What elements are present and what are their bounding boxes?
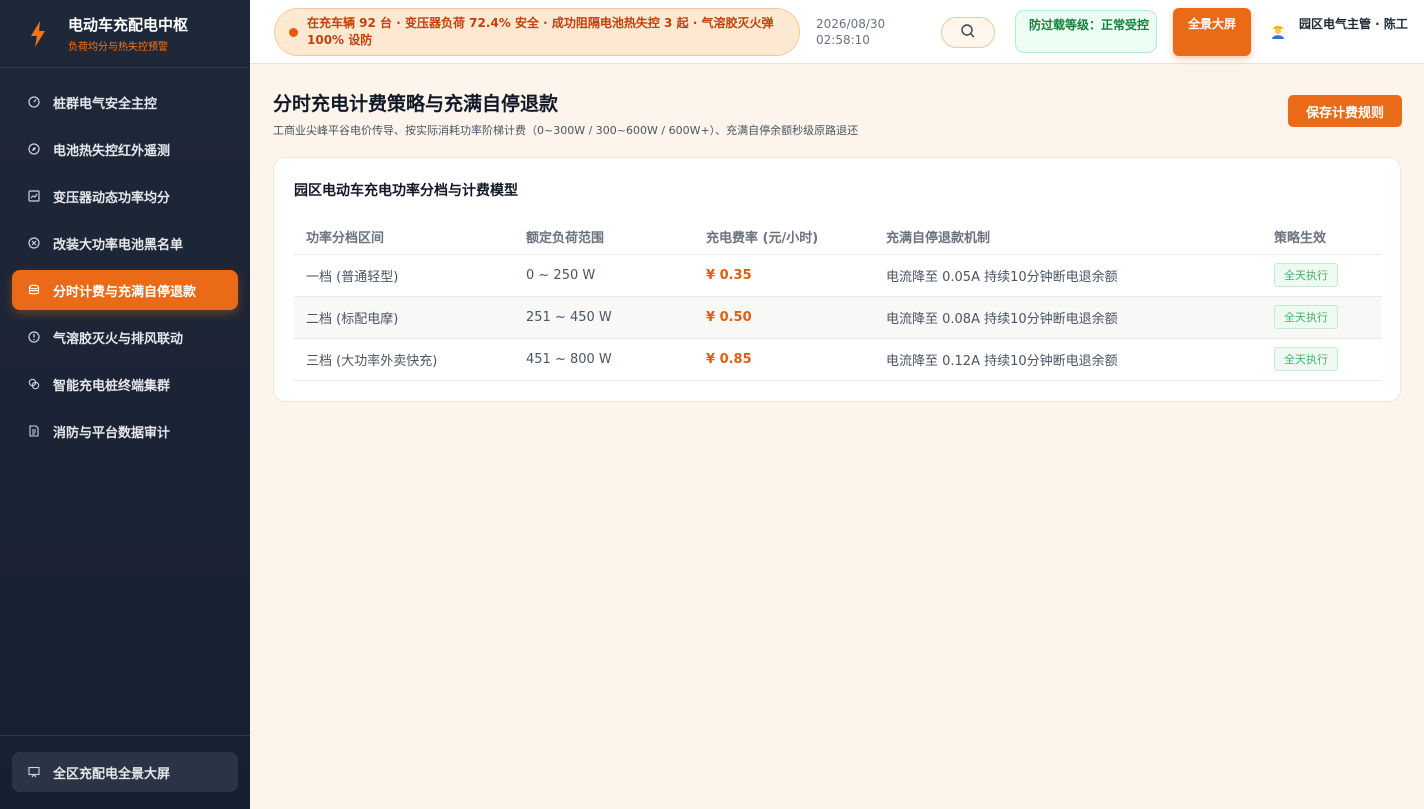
status-badge: 全天执行 [1274, 263, 1338, 287]
rate-cell: ¥ 0.50 [694, 296, 874, 339]
billing-model-card: 园区电动车充电功率分档与计费模型 功率分档区间 额定负荷范围 充电费率 (元/小… [273, 157, 1401, 402]
user-profile[interactable]: 园区电气主管 · 陈工 [1269, 16, 1409, 40]
sidebar-item-fire[interactable]: 气溶胶灭火与排风联动 [12, 317, 238, 357]
ticker-text: 在充车辆 92 台 · 变压器负荷 72.4% 安全 · 成功阻隔电池热失控 3… [307, 16, 774, 47]
tier-cell: 一档 (普通轻型) [294, 254, 514, 297]
block-icon [28, 237, 40, 249]
compass-icon [28, 143, 40, 155]
clock: 2026/08/30 02:58:10 [816, 16, 885, 48]
sidebar-nav: 桩群电气安全主控 电池热失控红外遥测 变压器动态功率均分 改装大功率电池黑名单 … [12, 82, 238, 458]
worker-avatar-icon [1269, 22, 1287, 40]
brand-subtitle: 负荷均分与热失控预警 [68, 42, 168, 53]
billing-table: 功率分档区间 额定负荷范围 充电费率 (元/小时) 充满自停退款机制 策略生效 … [294, 220, 1382, 381]
range-cell: 251 ~ 450 W [514, 296, 694, 339]
sidebar-item-label: 智能充电桩终端集群 [53, 378, 171, 394]
lightning-icon [24, 20, 52, 48]
refund-cell: 电流降至 0.08A 持续10分钟断电退余额 [874, 296, 1262, 339]
sidebar-footer: 全区充配电全景大屏 [0, 735, 250, 809]
sidebar-item-audit[interactable]: 消防与平台数据审计 [12, 411, 238, 451]
sidebar-item-thermal[interactable]: 电池热失控红外遥测 [12, 129, 238, 169]
search-button[interactable] [941, 17, 995, 48]
range-cell: 451 ~ 800 W [514, 338, 694, 381]
save-billing-rules-button[interactable]: 保存计费规则 [1288, 95, 1402, 127]
bigscreen-button[interactable]: 全区充配电全景大屏 [12, 752, 238, 792]
cluster-icon [28, 378, 40, 390]
tier-cell: 三档 (大功率外卖快充) [294, 338, 514, 381]
table-header-row: 功率分档区间 额定负荷范围 充电费率 (元/小时) 充满自停退款机制 策略生效 [294, 220, 1382, 255]
status-cell: 全天执行 [1262, 296, 1382, 339]
gauge-icon [28, 96, 40, 108]
status-cell: 全天执行 [1262, 254, 1382, 297]
sidebar-item-label: 消防与平台数据审计 [53, 425, 171, 441]
sidebar-item-label: 变压器动态功率均分 [53, 190, 171, 206]
brand-title: 电动车充配电中枢 [68, 16, 189, 34]
sidebar-item-pile-safety[interactable]: 桩群电气安全主控 [12, 82, 238, 122]
user-name: 园区电气主管 · 陈工 [1299, 17, 1408, 31]
sidebar-item-label: 气溶胶灭火与排风联动 [53, 331, 184, 347]
sidebar-item-label: 改装大功率电池黑名单 [53, 237, 184, 253]
brand: 电动车充配电中枢 负荷均分与热失控预警 [0, 0, 250, 68]
column-header: 额定负荷范围 [514, 220, 694, 255]
search-icon [960, 23, 976, 43]
sidebar: 电动车充配电中枢 负荷均分与热失控预警 桩群电气安全主控 电池热失控红外遥测 变… [0, 0, 250, 809]
status-cell: 全天执行 [1262, 338, 1382, 381]
table-row: 一档 (普通轻型) 0 ~ 250 W ¥ 0.35 电流降至 0.05A 持续… [294, 254, 1382, 297]
sidebar-item-label: 分时计费与充满自停退款 [53, 284, 197, 300]
table-row: 三档 (大功率外卖快充) 451 ~ 800 W ¥ 0.85 电流降至 0.1… [294, 338, 1382, 381]
status-badge: 全天执行 [1274, 305, 1338, 329]
alert-icon [28, 331, 40, 343]
sidebar-item-terminals[interactable]: 智能充电桩终端集群 [12, 364, 238, 404]
document-icon [28, 425, 40, 437]
refund-cell: 电流降至 0.12A 持续10分钟断电退余额 [874, 338, 1262, 381]
sidebar-item-billing[interactable]: 分时计费与充满自停退款 [12, 270, 238, 310]
card-title: 园区电动车充电功率分档与计费模型 [294, 183, 518, 199]
live-dot-icon [289, 27, 298, 37]
page-description: 工商业尖峰平谷电价传导、按实际消耗功率阶梯计费（0~300W / 300~600… [273, 124, 859, 137]
column-header: 充电费率 (元/小时) [694, 220, 874, 255]
table-row: 二档 (标配电摩) 251 ~ 450 W ¥ 0.50 电流降至 0.08A … [294, 296, 1382, 339]
column-header: 功率分档区间 [294, 220, 514, 255]
refund-cell: 电流降至 0.05A 持续10分钟断电退余额 [874, 254, 1262, 297]
page-title: 分时充电计费策略与充满自停退款 [273, 93, 559, 115]
status-ticker: 在充车辆 92 台 · 变压器负荷 72.4% 安全 · 成功阻隔电池热失控 3… [274, 8, 800, 56]
sidebar-item-label: 桩群电气安全主控 [53, 96, 158, 112]
database-icon [28, 284, 40, 296]
column-header: 策略生效 [1262, 220, 1382, 255]
sidebar-item-blacklist[interactable]: 改装大功率电池黑名单 [12, 223, 238, 263]
rate-cell: ¥ 0.85 [694, 338, 874, 381]
tier-cell: 二档 (标配电摩) [294, 296, 514, 339]
clock-date: 2026/08/30 [816, 17, 886, 31]
monitor-icon [28, 766, 40, 778]
fullscreen-button[interactable]: 全景大屏 [1173, 8, 1251, 56]
status-badge: 全天执行 [1274, 347, 1338, 371]
sidebar-item-label: 电池热失控红外遥测 [53, 143, 171, 159]
chart-icon [28, 190, 40, 202]
bigscreen-label: 全区充配电全景大屏 [53, 766, 171, 782]
rate-cell: ¥ 0.35 [694, 254, 874, 297]
clock-time: 02:58:10 [816, 33, 870, 47]
column-header: 充满自停退款机制 [874, 220, 1262, 255]
topbar: 在充车辆 92 台 · 变压器负荷 72.4% 安全 · 成功阻隔电池热失控 3… [250, 0, 1424, 64]
overload-level-badge: 防过载等级：正常受控 [1015, 10, 1157, 53]
range-cell: 0 ~ 250 W [514, 254, 694, 297]
sidebar-item-transformer[interactable]: 变压器动态功率均分 [12, 176, 238, 216]
